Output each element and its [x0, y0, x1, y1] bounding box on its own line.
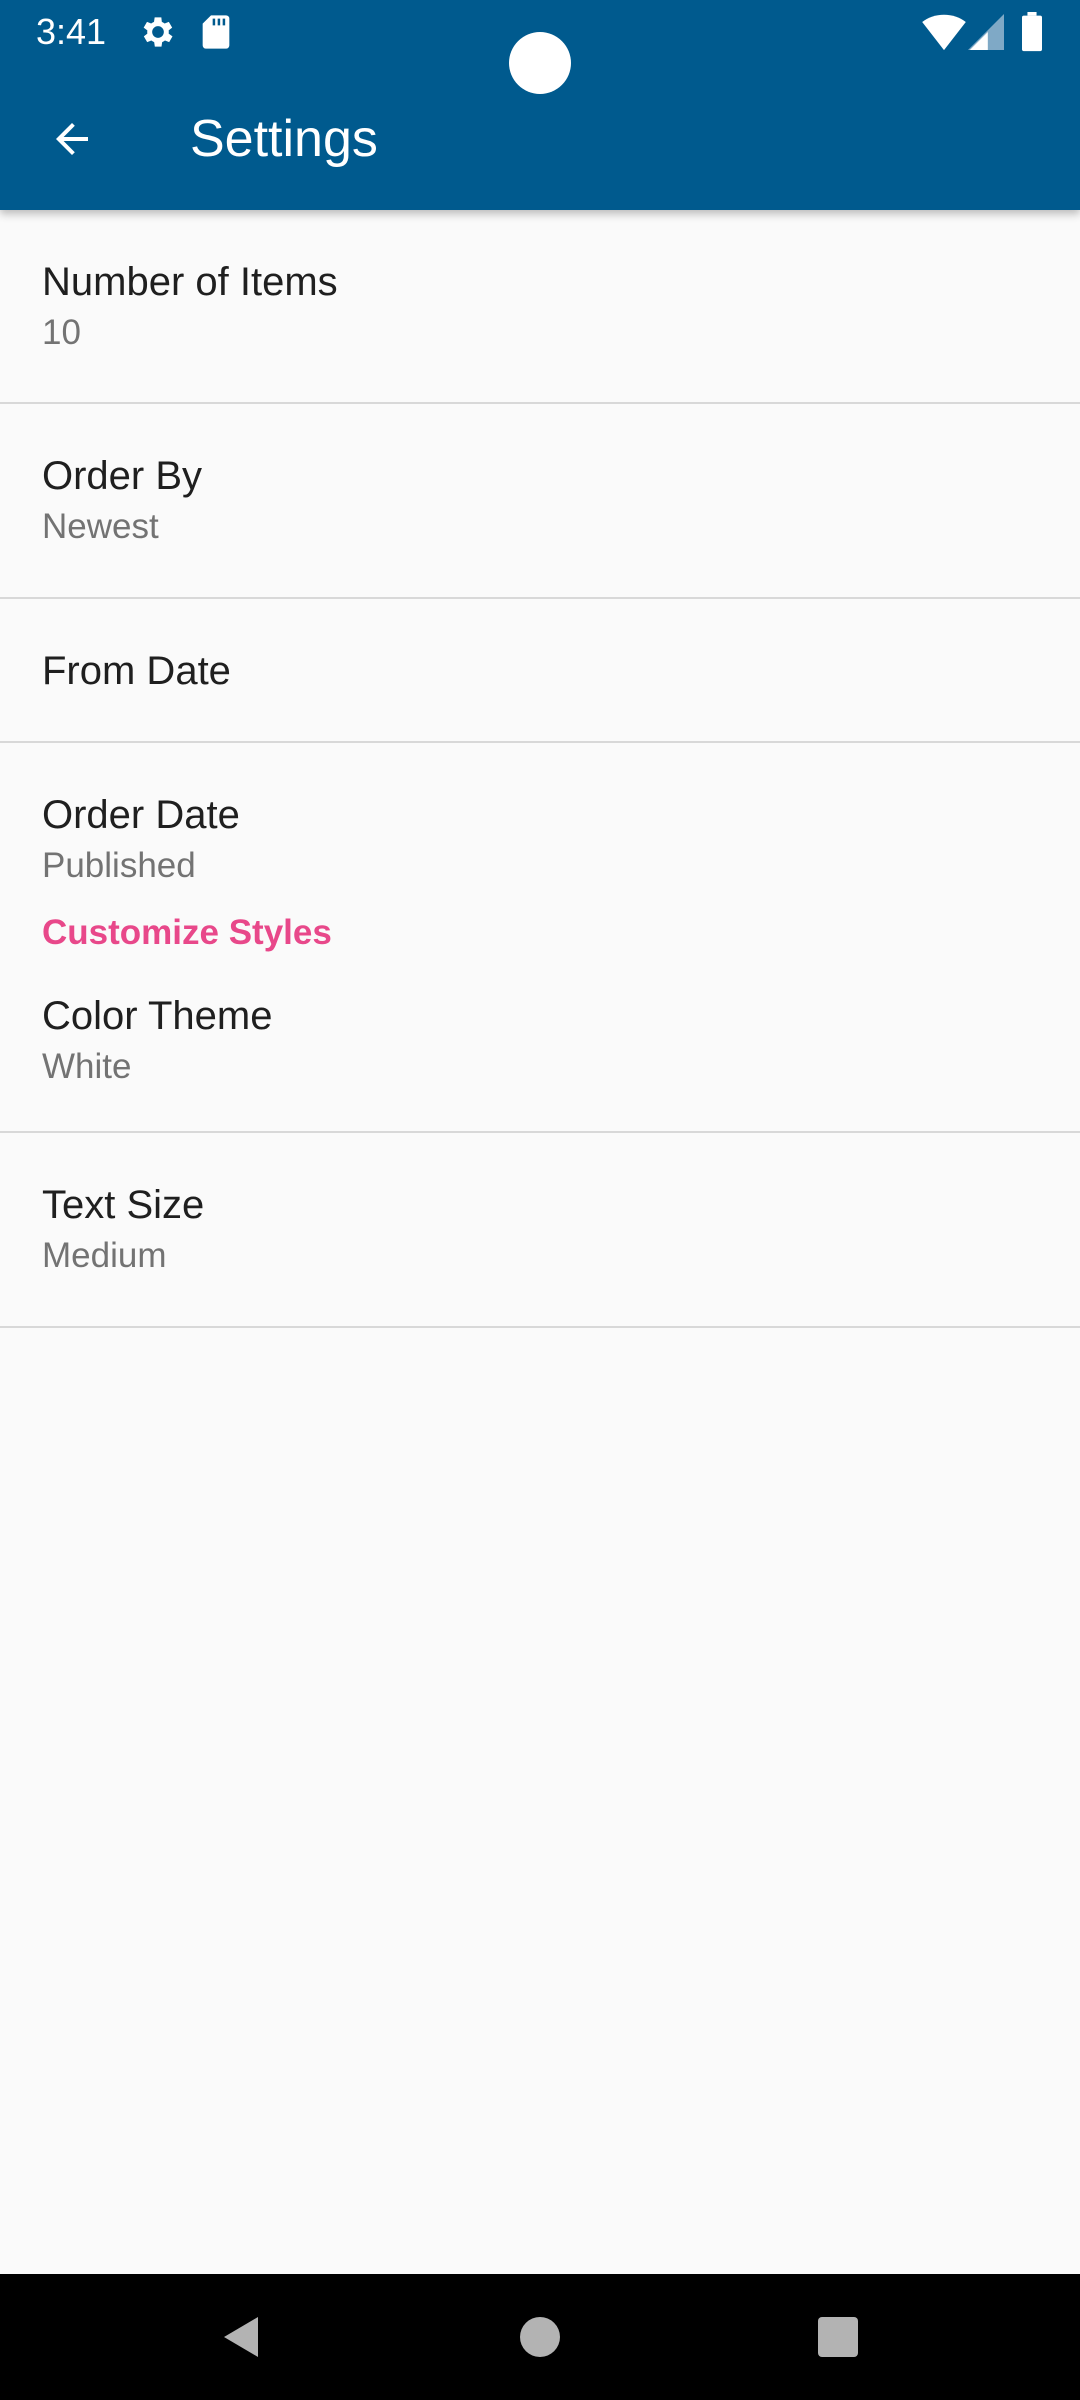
pref-title: Color Theme [42, 994, 273, 1038]
system-nav-bar [0, 2274, 1080, 2400]
settings-screen: 3:41 Settings Number of Items 10 Order B… [0, 0, 1080, 2400]
sd-card-icon [196, 12, 236, 52]
pref-from-date[interactable]: From Date [0, 599, 1080, 743]
pref-summary: 10 [42, 313, 81, 352]
cell-signal-icon [968, 12, 1004, 52]
wifi-icon [922, 12, 966, 52]
status-time: 3:41 [36, 11, 107, 52]
preferences-list: Number of Items 10 Order By Newest From … [0, 210, 1080, 1328]
back-triangle-icon [224, 2317, 258, 2357]
pref-title: From Date [42, 649, 231, 693]
pref-summary: Published [42, 846, 196, 885]
pref-color-theme[interactable]: Color Theme White [0, 965, 1080, 1133]
arrow-back-icon [56, 123, 88, 155]
pref-number-of-items[interactable]: Number of Items 10 [0, 210, 1080, 404]
pref-text-size[interactable]: Text Size Medium [0, 1133, 1080, 1328]
category-customize-styles: Customize Styles [42, 913, 332, 952]
nav-back-button[interactable] [212, 2309, 268, 2365]
battery-icon [1020, 12, 1044, 52]
pref-title: Order By [42, 454, 203, 498]
page-title: Settings [190, 110, 378, 168]
pref-summary: Medium [42, 1236, 167, 1275]
pref-summary: Newest [42, 507, 159, 546]
pref-order-by[interactable]: Order By Newest [0, 404, 1080, 599]
pref-title: Number of Items [42, 260, 338, 304]
pref-summary: White [42, 1047, 132, 1086]
pref-order-date[interactable]: Order Date Published [0, 743, 1080, 909]
settings-icon [138, 12, 178, 52]
app-bar: Settings [0, 63, 1080, 210]
app-header: 3:41 Settings [0, 0, 1080, 210]
pref-title: Text Size [42, 1183, 205, 1227]
nav-recents-button[interactable] [810, 2309, 866, 2365]
pref-title: Order Date [42, 793, 240, 837]
nav-home-button[interactable] [512, 2309, 568, 2365]
home-circle-icon [520, 2317, 560, 2357]
recents-square-icon [818, 2317, 858, 2357]
back-button[interactable] [36, 103, 108, 175]
